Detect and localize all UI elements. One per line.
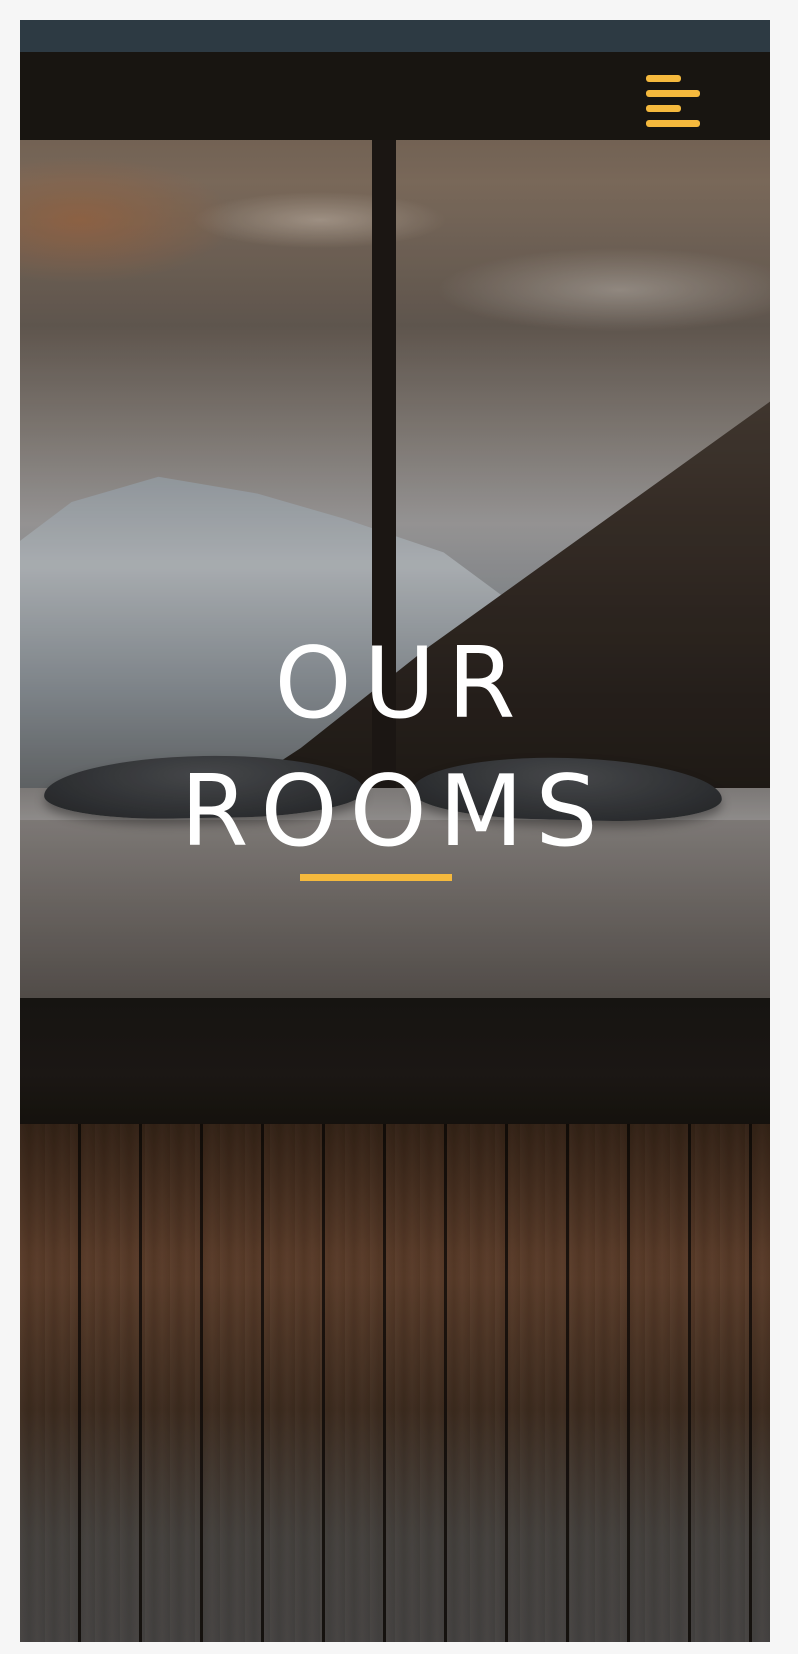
menu-bar-2 bbox=[646, 90, 700, 97]
page-title-line-1: OUR bbox=[274, 627, 528, 741]
page-title-line-2: ROOMS bbox=[180, 755, 610, 869]
menu-bar-1 bbox=[646, 75, 681, 82]
title-underline bbox=[300, 874, 452, 881]
page-title: OUR ROOMS bbox=[20, 620, 770, 876]
hero-section: OUR ROOMS bbox=[20, 20, 770, 1642]
hamburger-menu-icon[interactable] bbox=[640, 72, 704, 136]
menu-bar-3 bbox=[646, 105, 681, 112]
menu-bar-4 bbox=[646, 120, 700, 127]
